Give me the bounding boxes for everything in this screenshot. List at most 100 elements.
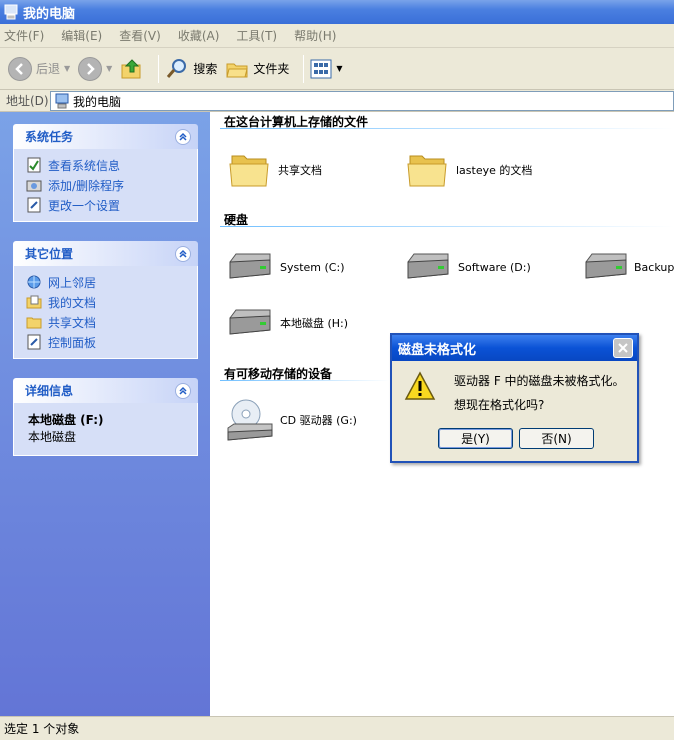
place-network[interactable]: 网上邻居	[26, 272, 197, 292]
drive-system-c[interactable]: System (C:)	[226, 250, 345, 284]
back-arrow-icon	[8, 56, 32, 81]
add-remove-programs-icon	[26, 180, 42, 192]
hard-drive-icon	[229, 253, 271, 279]
system-info-icon	[27, 157, 41, 173]
forward-arrow-icon	[78, 56, 103, 81]
other-places-panel: 其它位置 网上邻居 我的文档 共享文档 控制面板	[13, 241, 198, 359]
details-item-type: 本地磁盘	[28, 430, 77, 444]
hard-drive-icon	[229, 309, 271, 335]
task-label: 添加/删除程序	[48, 178, 125, 193]
address-label: 地址(D)	[6, 94, 49, 108]
details-title: 详细信息	[25, 384, 74, 398]
menu-tools[interactable]: 工具(T)	[236, 27, 277, 44]
back-button[interactable]: 后退 ▼	[8, 53, 70, 85]
dialog-message-line2: 想现在格式化吗?	[454, 398, 545, 412]
drive-label: Software (D:)	[458, 260, 531, 274]
shared-folder-icon	[26, 317, 42, 329]
drive-cd-g[interactable]: CD 驱动器 (G:)	[226, 396, 357, 444]
task-label: 查看系统信息	[48, 158, 121, 173]
views-button[interactable]: ▼	[310, 53, 343, 85]
back-label: 后退	[36, 62, 61, 76]
hard-drive-icon	[407, 253, 449, 279]
network-globe-icon	[27, 275, 41, 289]
details-panel: 详细信息 本地磁盘 (F:) 本地磁盘	[13, 378, 198, 456]
dialog-message-line1: 驱动器 F 中的磁盘未被格式化。	[454, 374, 625, 388]
computer-icon	[55, 93, 69, 109]
menu-view[interactable]: 查看(V)	[119, 27, 161, 44]
forward-dropdown-icon[interactable]: ▼	[106, 64, 112, 73]
folder-label: 共享文档	[278, 164, 322, 177]
other-places-body: 网上邻居 我的文档 共享文档 控制面板	[13, 266, 198, 359]
folder-icon	[229, 155, 269, 187]
folder-icon	[407, 155, 447, 187]
task-add-remove-programs[interactable]: 添加/删除程序	[26, 175, 197, 195]
folder-lasteye-documents[interactable]: lasteye 的文档	[406, 150, 532, 190]
drive-backup[interactable]: Backup	[582, 250, 674, 284]
drive-software-d[interactable]: Software (D:)	[404, 250, 531, 284]
address-value: 我的电脑	[73, 94, 122, 109]
search-label: 搜索	[193, 62, 218, 76]
task-label: 更改一个设置	[48, 198, 121, 213]
place-shared-documents[interactable]: 共享文档	[26, 312, 197, 332]
collapse-icon[interactable]	[175, 129, 191, 145]
details-header[interactable]: 详细信息	[13, 378, 198, 403]
warning-icon	[404, 371, 436, 400]
menu-file[interactable]: 文件(F)	[4, 27, 44, 44]
control-panel-icon	[27, 334, 41, 350]
my-documents-icon	[26, 295, 42, 309]
place-control-panel[interactable]: 控制面板	[26, 332, 197, 352]
address-input[interactable]: 我的电脑	[50, 91, 674, 111]
up-folder-icon	[121, 58, 141, 78]
close-icon[interactable]	[613, 338, 633, 358]
search-button[interactable]: 搜索	[165, 53, 217, 85]
change-setting-icon	[27, 197, 41, 213]
menu-edit[interactable]: 编辑(E)	[61, 27, 102, 44]
drive-label: System (C:)	[280, 260, 345, 274]
menu-favorites[interactable]: 收藏(A)	[178, 27, 220, 44]
folders-label: 文件夹	[253, 62, 290, 76]
views-dropdown-icon[interactable]: ▼	[336, 64, 342, 73]
section-divider	[220, 226, 674, 227]
place-my-documents[interactable]: 我的文档	[26, 292, 197, 312]
status-bar: 选定 1 个对象	[0, 716, 674, 740]
status-text: 选定 1 个对象	[4, 722, 80, 736]
system-tasks-header[interactable]: 系统任务	[13, 124, 198, 149]
back-dropdown-icon[interactable]: ▼	[64, 64, 70, 73]
hard-drive-icon	[585, 253, 627, 279]
window-title-bar[interactable]: 我的电脑	[0, 0, 674, 24]
place-label: 控制面板	[48, 335, 97, 350]
folders-button[interactable]: 文件夹	[225, 53, 289, 85]
section-divider	[220, 128, 674, 129]
collapse-icon[interactable]	[175, 383, 191, 399]
address-bar: 地址(D) 我的电脑	[0, 90, 674, 112]
task-change-setting[interactable]: 更改一个设置	[26, 195, 197, 215]
toolbar-separator	[158, 54, 160, 83]
menu-help[interactable]: 帮助(H)	[294, 27, 336, 44]
folder-label: lasteye 的文档	[456, 164, 533, 177]
folder-shared-documents[interactable]: 共享文档	[228, 150, 322, 190]
section-divider	[220, 380, 390, 381]
system-tasks-panel: 系统任务 查看系统信息 添加/删除程序 更改一个设置	[13, 124, 198, 222]
window-title: 我的电脑	[23, 6, 76, 22]
folders-icon	[226, 63, 248, 77]
yes-button[interactable]: 是(Y)	[438, 428, 513, 449]
other-places-title: 其它位置	[25, 247, 74, 261]
details-body: 本地磁盘 (F:) 本地磁盘	[13, 403, 198, 456]
dialog-title-bar[interactable]: 磁盘未格式化	[392, 335, 637, 361]
system-tasks-body: 查看系统信息 添加/删除程序 更改一个设置	[13, 149, 198, 222]
up-folder-button[interactable]	[120, 53, 144, 85]
dialog-title: 磁盘未格式化	[398, 342, 477, 358]
forward-button[interactable]: ▼	[78, 53, 112, 85]
computer-icon	[4, 4, 18, 20]
drive-label: CD 驱动器 (G:)	[280, 414, 357, 427]
drive-label: Backup	[634, 260, 674, 274]
toolbar-separator	[303, 54, 305, 83]
format-disk-dialog: 磁盘未格式化 驱动器 F 中的磁盘未被格式化。 想现在格式化吗? 是(Y) 否(…	[390, 333, 639, 463]
no-button[interactable]: 否(N)	[519, 428, 594, 449]
cd-drive-icon	[227, 399, 273, 441]
drive-local-h[interactable]: 本地磁盘 (H:)	[226, 306, 348, 340]
task-view-system-info[interactable]: 查看系统信息	[26, 155, 197, 175]
place-label: 共享文档	[48, 315, 97, 330]
collapse-icon[interactable]	[175, 246, 191, 262]
other-places-header[interactable]: 其它位置	[13, 241, 198, 266]
